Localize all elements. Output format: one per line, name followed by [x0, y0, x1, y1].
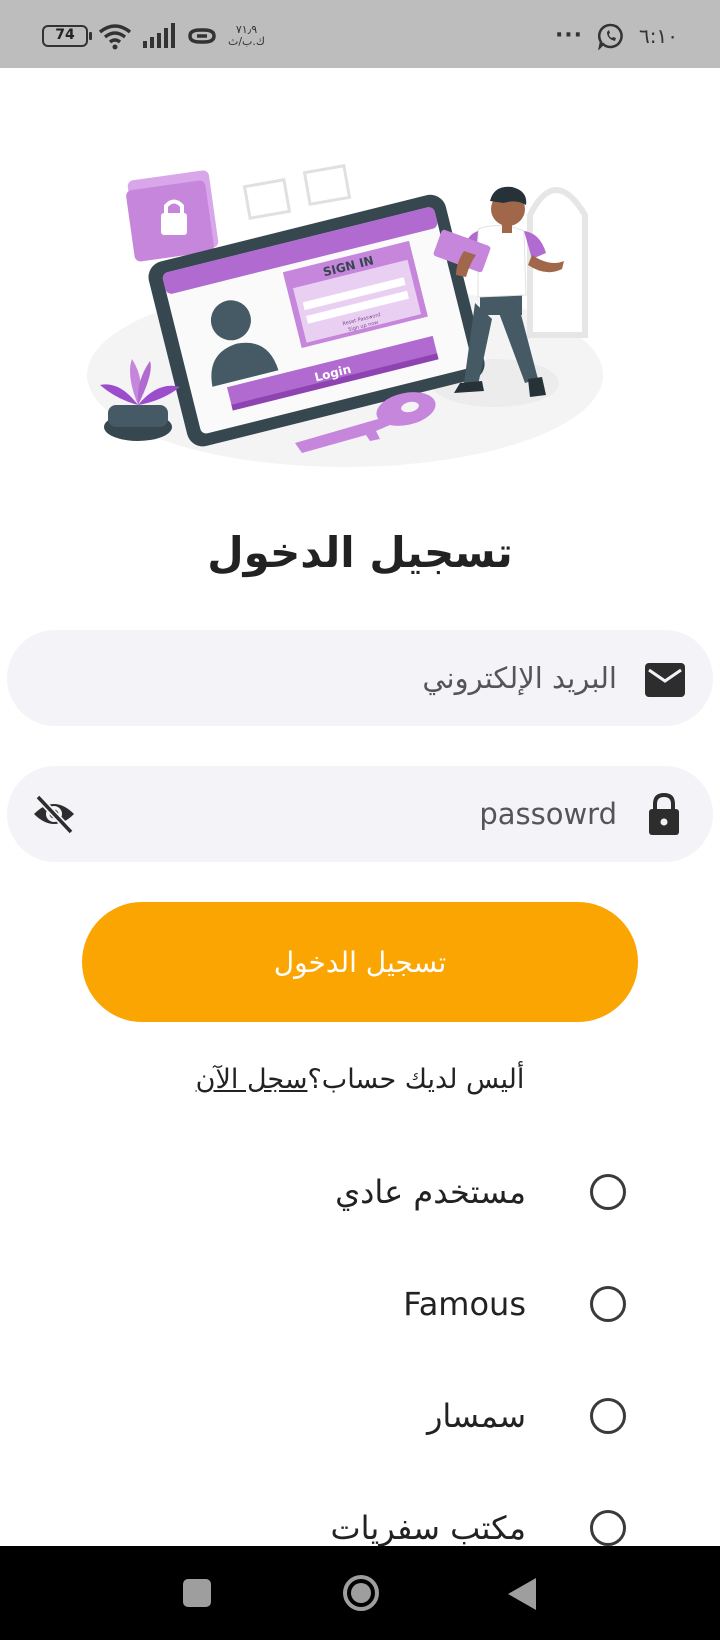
register-prompt: أليس لديك حساب؟سجل الآن — [0, 1064, 720, 1095]
network-speed: ٧١٫٩ ك.ب/ث — [228, 24, 265, 48]
login-illustration: SIGN IN Reset Password Sign up now Login — [87, 164, 603, 467]
battery-level: 74 — [55, 27, 75, 43]
whatsapp-icon — [598, 23, 623, 50]
email-field[interactable]: البريد الإلكتروني — [7, 630, 713, 726]
more-notifications-icon: ··· — [554, 23, 584, 48]
radio-button[interactable] — [590, 1398, 626, 1434]
visibility-off-icon[interactable] — [31, 792, 77, 836]
recent-apps-icon[interactable] — [183, 1579, 211, 1607]
hotspot-icon — [188, 28, 216, 44]
register-link[interactable]: سجل الآن — [196, 1064, 308, 1095]
option-label: مستخدم عادي — [335, 1173, 526, 1211]
status-bar-right: ··· ٦:١٠ — [555, 22, 678, 50]
wifi-icon — [98, 24, 132, 50]
signal-icon — [143, 23, 175, 48]
user-type-option-broker[interactable]: سمسار — [0, 1376, 720, 1456]
email-placeholder: البريد الإلكتروني — [422, 661, 617, 695]
battery-icon: 74 — [42, 25, 92, 47]
login-screen: 74 ٧١٫٩ ك.ب/ث ··· ٦:١٠ SIGN IN Reset Pas… — [0, 0, 720, 1640]
clock: ٦:١٠ — [639, 24, 678, 48]
system-navigation-bar — [0, 1546, 720, 1640]
network-speed-unit: ك.ب/ث — [228, 35, 265, 48]
radio-button[interactable] — [590, 1510, 626, 1546]
option-label: Famous — [403, 1285, 526, 1323]
login-button[interactable]: تسجيل الدخول — [82, 902, 638, 1022]
back-icon[interactable] — [506, 1576, 538, 1612]
status-bar: 74 ٧١٫٩ ك.ب/ث ··· ٦:١٠ — [0, 0, 720, 68]
no-account-text: أليس لديك حساب؟ — [307, 1064, 525, 1095]
home-icon[interactable] — [342, 1574, 380, 1612]
radio-button[interactable] — [590, 1174, 626, 1210]
page-title: تسجيل الدخول — [207, 528, 513, 577]
option-label: سمسار — [426, 1397, 526, 1435]
radio-button[interactable] — [590, 1286, 626, 1322]
password-placeholder: passowrd — [479, 797, 617, 831]
status-bar-left: 74 ٧١٫٩ ك.ب/ث — [42, 22, 265, 50]
password-field[interactable]: passowrd — [7, 766, 713, 862]
lock-icon — [649, 792, 679, 835]
mail-icon — [645, 663, 685, 697]
user-type-option-regular[interactable]: مستخدم عادي — [0, 1152, 720, 1232]
user-type-option-famous[interactable]: Famous — [0, 1264, 720, 1344]
